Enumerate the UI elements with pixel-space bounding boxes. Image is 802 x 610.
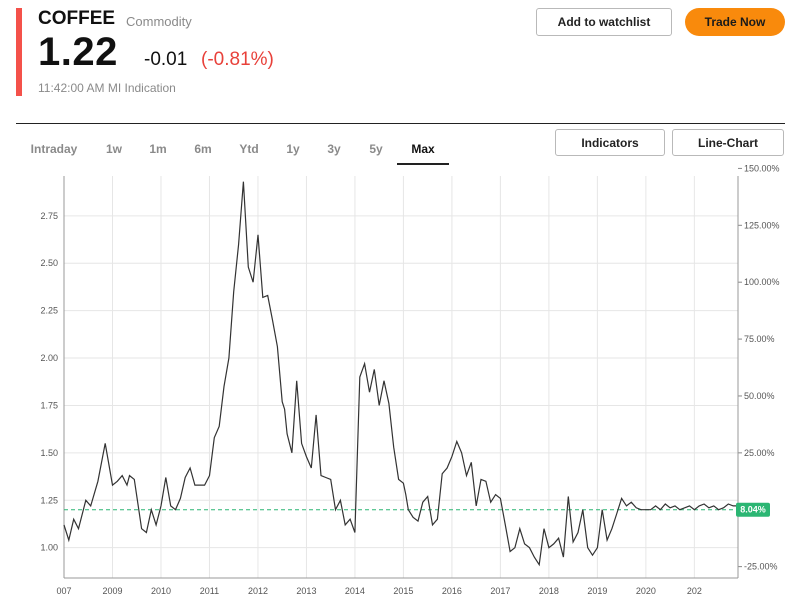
y-tick-label: 2.75 (40, 211, 58, 221)
x-tick-label: 2016 (442, 586, 462, 596)
x-tick-label: 2018 (539, 586, 559, 596)
x-tick-label: 2019 (587, 586, 607, 596)
y-right-tick-label: 100.00% (744, 277, 780, 287)
y-tick-label: 2.25 (40, 306, 58, 316)
y-tick-label: 2.50 (40, 258, 58, 268)
x-tick-label: 2015 (393, 586, 413, 596)
y-right-tick-label: 150.00% (744, 163, 780, 173)
y-tick-label: 1.50 (40, 448, 58, 458)
y-tick-label: 1.00 (40, 543, 58, 553)
y-right-tick-label: -25.00% (744, 562, 778, 572)
y-right-tick-label: 75.00% (744, 334, 775, 344)
x-tick-label: 2020 (636, 586, 656, 596)
x-tick-label: 2010 (151, 586, 171, 596)
x-tick-label: 2014 (345, 586, 365, 596)
reference-badge-label: 8.04% (740, 505, 766, 515)
y-tick-label: 1.75 (40, 400, 58, 410)
y-tick-label: 1.25 (40, 495, 58, 505)
x-tick-label: 2012 (248, 586, 268, 596)
x-tick-label: 2013 (296, 586, 316, 596)
y-right-tick-label: 25.00% (744, 448, 775, 458)
x-tick-label: 202 (687, 586, 702, 596)
x-tick-label: 2011 (200, 586, 219, 596)
x-tick-label: 2009 (102, 586, 122, 596)
y-right-tick-label: 50.00% (744, 391, 775, 401)
y-tick-label: 2.00 (40, 353, 58, 363)
y-right-tick-label: 125.00% (744, 220, 780, 230)
price-chart[interactable]: 007 2009 2010 2011 2012 2013 2014 2015 2016 2017 2… (0, 0, 802, 610)
price-series-line (63, 181, 738, 567)
x-tick-label: 007 (56, 586, 71, 596)
x-tick-label: 2017 (490, 586, 510, 596)
